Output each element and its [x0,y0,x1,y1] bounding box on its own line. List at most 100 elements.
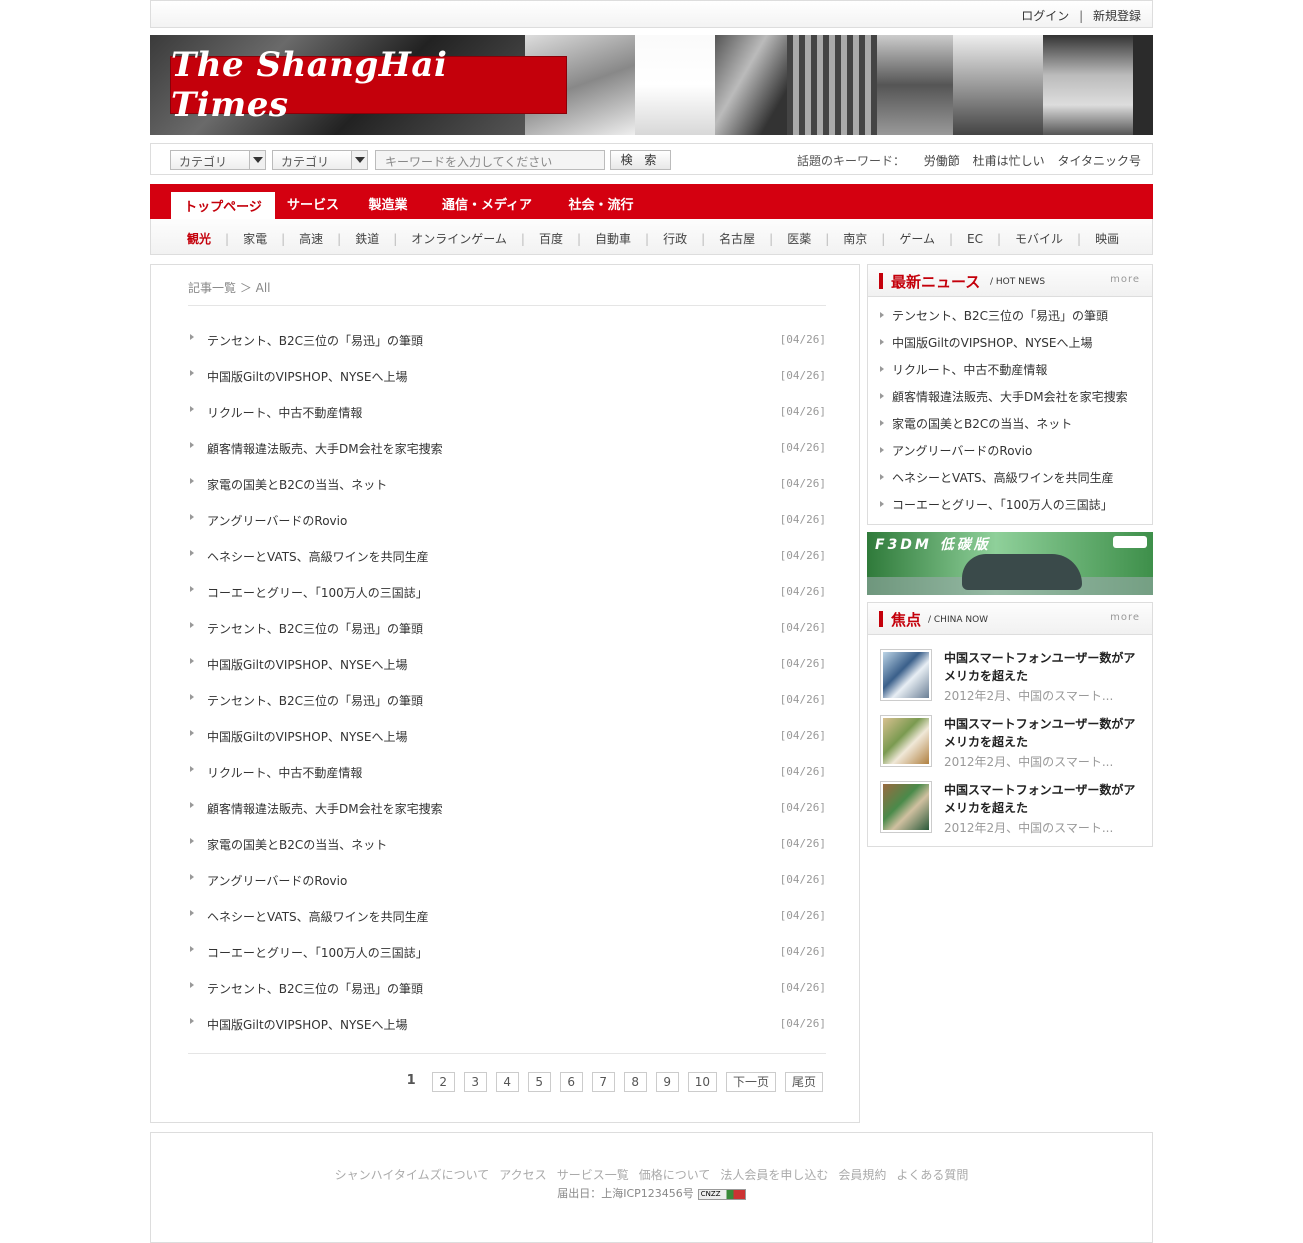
search-button[interactable]: 検 索 [610,150,671,170]
sub-nav-item[interactable]: 鉄道 [355,230,379,247]
focus-thumbnail[interactable] [880,715,932,767]
latest-news-item[interactable]: アングリーバードのRovio [868,436,1152,463]
article-title-link[interactable]: テンセント、B2C三位の「易迅」の筆頭 [207,980,423,997]
site-banner: The ShangHai Times [150,35,1153,135]
latest-news-item[interactable]: テンセント、B2C三位の「易迅」の筆頭 [868,301,1152,328]
ad-banner[interactable]: F3DM 低碳版 [867,532,1153,595]
article-title-link[interactable]: ヘネシーとVATS、高級ワインを共同生産 [207,548,429,565]
latest-news-link[interactable]: コーエーとグリー、「100万人の三国誌」 [892,496,1113,513]
focus-more-link[interactable]: more [1110,612,1140,623]
focus-item[interactable]: 中国スマートフォンユーザー数がアメリカを超えた 2012年2月、中国のスマート..… [880,715,1142,773]
category-select-2[interactable]: カテゴリ [272,150,368,170]
article-title-link[interactable]: テンセント、B2C三位の「易迅」の筆頭 [207,620,423,637]
latest-news-item[interactable]: コーエーとグリー、「100万人の三国誌」 [868,490,1152,517]
page-link[interactable]: 4 [495,1072,519,1092]
hot-keyword[interactable]: タイタニック号 [1057,154,1141,168]
sub-nav-item[interactable]: 家電 [243,230,267,247]
article-title-link[interactable]: アングリーバードのRovio [207,872,347,889]
article-title-link[interactable]: 顧客情報違法販売、大手DM会社を家宅捜索 [207,800,443,817]
footer-link[interactable]: サービス一覧 [557,1168,629,1182]
sub-nav-item[interactable]: 映画 [1095,230,1119,247]
article-title-link[interactable]: リクルート、中古不動産情報 [207,404,362,421]
article-title-link[interactable]: コーエーとグリー、「100万人の三国誌」 [207,944,428,961]
footer-link[interactable]: 価格について [639,1168,711,1182]
page-link[interactable]: 6 [559,1072,583,1092]
sub-nav-item[interactable]: ゲーム [899,230,935,247]
site-logo[interactable]: The ShangHai Times [170,45,567,125]
article-title-link[interactable]: ヘネシーとVATS、高級ワインを共同生産 [207,908,429,925]
sub-nav-item[interactable]: 行政 [663,230,687,247]
latest-news-link[interactable]: 家電の国美とB2Cの当当、ネット [892,415,1072,432]
focus-thumbnail[interactable] [880,649,932,701]
latest-news-link[interactable]: 顧客情報違法販売、大手DM会社を家宅捜索 [892,388,1128,405]
focus-item[interactable]: 中国スマートフォンユーザー数がアメリカを超えた 2012年2月、中国のスマート..… [880,649,1142,707]
hot-keyword[interactable]: 労働節 [924,154,960,168]
article-title-link[interactable]: 中国版GiltのVIPSHOP、NYSEへ上場 [207,1016,408,1033]
sub-nav-item[interactable]: 自動車 [595,230,631,247]
article-title-link[interactable]: 中国版GiltのVIPSHOP、NYSEへ上場 [207,656,408,673]
latest-news-item[interactable]: 家電の国美とB2Cの当当、ネット [868,409,1152,436]
page-link[interactable]: 8 [623,1072,647,1092]
article-title-link[interactable]: コーエーとグリー、「100万人の三国誌」 [207,584,428,601]
article-title-link[interactable]: テンセント、B2C三位の「易迅」の筆頭 [207,332,423,349]
login-link[interactable]: ログイン [1021,9,1069,23]
focus-headline[interactable]: 中国スマートフォンユーザー数がアメリカを超えた [944,649,1144,685]
footer-link[interactable]: アクセス [499,1168,546,1182]
article-title-link[interactable]: 家電の国美とB2Cの当当、ネット [207,836,387,853]
article-title-link[interactable]: アングリーバードのRovio [207,512,347,529]
sub-nav-item[interactable]: モバイル [1015,230,1063,247]
page-link[interactable]: 2 [431,1072,455,1092]
sub-nav-item[interactable]: EC [967,232,983,246]
hot-keyword[interactable]: 杜甫は忙しい [973,154,1045,168]
sub-nav-item[interactable]: オンラインゲーム [411,230,507,247]
article-row: テンセント、B2C三位の「易迅」の筆頭 [04/26] [188,609,826,645]
latest-news-item[interactable]: ヘネシーとVATS、高級ワインを共同生産 [868,463,1152,490]
latest-news-item[interactable]: 顧客情報違法販売、大手DM会社を家宅捜索 [868,382,1152,409]
sub-nav-item[interactable]: 南京 [843,230,867,247]
page-link[interactable]: 3 [463,1072,487,1092]
focus-headline[interactable]: 中国スマートフォンユーザー数がアメリカを超えた [944,781,1144,817]
footer-link[interactable]: シャンハイタイムズについて [335,1168,490,1182]
page-link[interactable]: 10 [687,1072,717,1092]
latest-news-link[interactable]: 中国版GiltのVIPSHOP、NYSEへ上場 [892,334,1093,351]
focus-thumbnail[interactable] [880,781,932,833]
focus-headline[interactable]: 中国スマートフォンユーザー数がアメリカを超えた [944,715,1144,751]
article-title-link[interactable]: リクルート、中古不動産情報 [207,764,362,781]
latest-news-item[interactable]: リクルート、中古不動産情報 [868,355,1152,382]
latest-news-link[interactable]: テンセント、B2C三位の「易迅」の筆頭 [892,307,1108,324]
tab-society-trends[interactable]: 社会・流行 [558,192,644,219]
sub-nav-item[interactable]: 高速 [299,230,323,247]
sub-nav-item[interactable]: 名古屋 [719,230,755,247]
sub-nav-item[interactable]: 医薬 [787,230,811,247]
register-link[interactable]: 新規登録 [1093,9,1141,23]
sub-nav-item[interactable]: 百度 [539,230,563,247]
footer-link[interactable]: 会員規約 [838,1168,886,1182]
tab-telecom-media[interactable]: 通信・メディア [432,192,542,219]
article-title-link[interactable]: 中国版GiltのVIPSHOP、NYSEへ上場 [207,728,408,745]
footer-link[interactable]: よくある質問 [896,1168,968,1182]
focus-item[interactable]: 中国スマートフォンユーザー数がアメリカを超えた 2012年2月、中国のスマート..… [880,781,1142,839]
latest-news-link[interactable]: アングリーバードのRovio [892,442,1032,459]
page-link[interactable]: 9 [655,1072,679,1092]
last-page-button[interactable]: 尾页 [784,1072,823,1092]
cnzz-badge[interactable]: CNZZ [697,1188,746,1200]
latest-news-link[interactable]: リクルート、中古不動産情報 [892,361,1047,378]
article-title-link[interactable]: 中国版GiltのVIPSHOP、NYSEへ上場 [207,368,408,385]
article-title-link[interactable]: 家電の国美とB2Cの当当、ネット [207,476,387,493]
category-select-1[interactable]: カテゴリ [170,150,266,170]
sub-nav-item[interactable]: 観光 [187,230,211,247]
focus-header: 焦点 / CHINA NOW more [868,603,1152,635]
next-page-button[interactable]: 下一页 [725,1072,776,1092]
page-link[interactable]: 5 [527,1072,551,1092]
latest-news-more-link[interactable]: more [1110,274,1140,285]
page-link[interactable]: 7 [591,1072,615,1092]
article-title-link[interactable]: 顧客情報違法販売、大手DM会社を家宅捜索 [207,440,443,457]
footer-link[interactable]: 法人会員を申し込む [720,1168,828,1182]
latest-news-item[interactable]: 中国版GiltのVIPSHOP、NYSEへ上場 [868,328,1152,355]
article-title-link[interactable]: テンセント、B2C三位の「易迅」の筆頭 [207,692,423,709]
tab-manufacturing[interactable]: 製造業 [358,192,418,219]
keyword-input[interactable]: キーワードを入力してください [375,150,605,170]
tab-services[interactable]: サービス [278,192,348,219]
tab-top-page[interactable]: トップページ [171,192,275,219]
latest-news-link[interactable]: ヘネシーとVATS、高級ワインを共同生産 [892,469,1114,486]
